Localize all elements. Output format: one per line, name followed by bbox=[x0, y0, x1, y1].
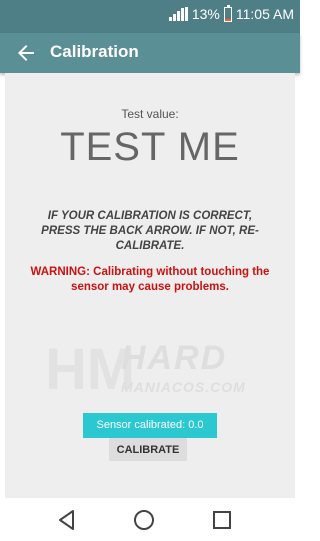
test-value-display: TEST ME bbox=[60, 125, 240, 169]
battery-percent: 13% bbox=[191, 6, 220, 22]
watermark-hard: HARD bbox=[121, 339, 228, 377]
status-bar: 13% 11:05 AM bbox=[0, 0, 300, 33]
toast-sensor-calibrated: Sensor calibrated: 0.0 bbox=[83, 413, 217, 438]
warning-text: WARNING: Calibrating without touching th… bbox=[30, 266, 270, 293]
watermark-logo: HM HARD MANIACOS.COM bbox=[45, 335, 265, 405]
signal-icon bbox=[168, 7, 188, 21]
clock: 11:05 AM bbox=[235, 6, 294, 22]
page-title: Calibration bbox=[50, 42, 139, 61]
recents-square-icon[interactable] bbox=[209, 507, 235, 533]
battery-level-fill bbox=[224, 18, 231, 21]
calibration-panel: Test value: TEST ME IF YOUR CALIBRATION … bbox=[5, 73, 295, 498]
calibration-instructions: IF YOUR CALIBRATION IS CORRECT, PRESS TH… bbox=[41, 210, 259, 252]
app-bar: Calibration bbox=[0, 33, 300, 73]
navigation-bar bbox=[0, 498, 300, 541]
test-value-label: Test value: bbox=[121, 107, 179, 121]
back-triangle-icon[interactable] bbox=[54, 507, 80, 533]
back-arrow-icon[interactable] bbox=[14, 41, 38, 65]
battery-icon bbox=[223, 4, 232, 22]
watermark-hm: HM bbox=[45, 337, 136, 402]
watermark-maniacos: MANIACOS.COM bbox=[121, 379, 246, 395]
home-circle-icon[interactable] bbox=[131, 507, 157, 533]
status-indicators: 13% 11:05 AM bbox=[168, 4, 294, 22]
